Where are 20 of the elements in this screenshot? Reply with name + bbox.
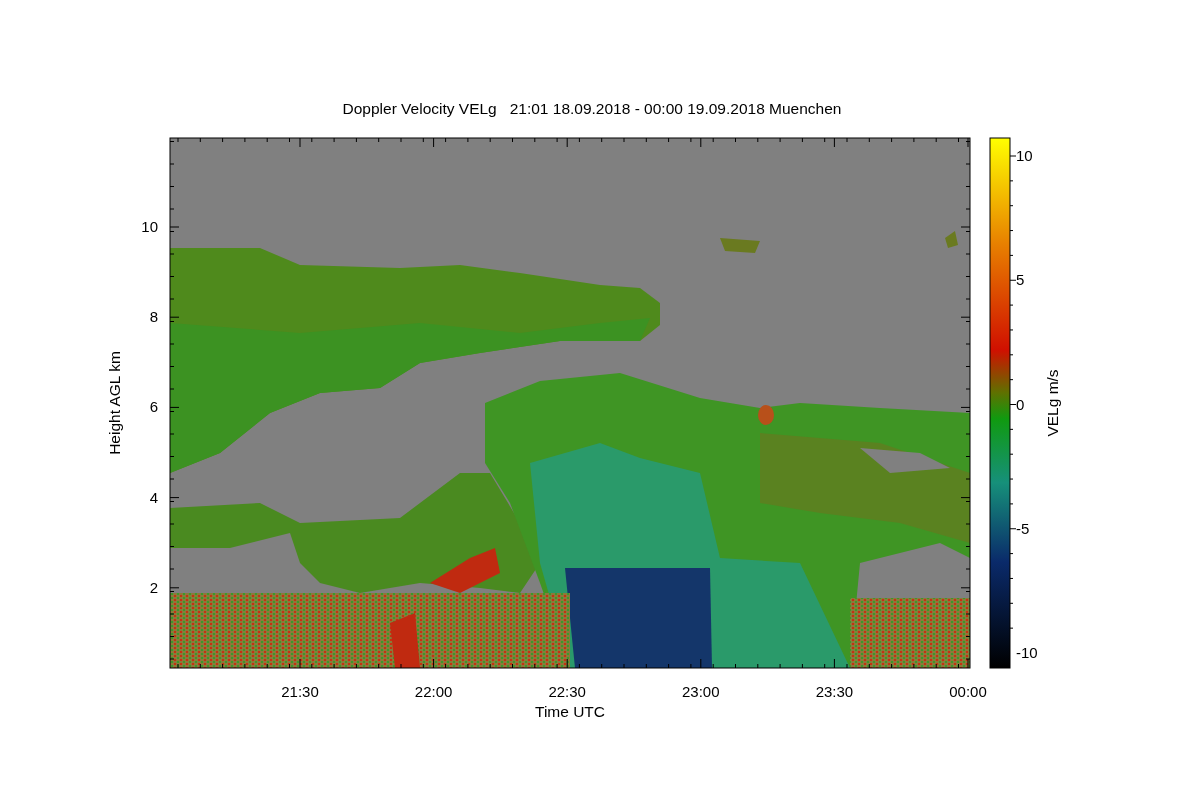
x-axis-label: Time UTC: [535, 703, 605, 721]
x-tick-label: 23:30: [815, 683, 854, 701]
colorbar-tick-label: 10: [1016, 147, 1033, 165]
y-tick-label: 4: [149, 488, 158, 506]
x-tick-label: 00:00: [949, 683, 987, 701]
colorbar-tick-label: -5: [1016, 520, 1030, 537]
y-tick-label: 10: [141, 218, 158, 236]
colorbar-tick-label: 5: [1016, 271, 1025, 289]
x-tick-label: 22:30: [548, 683, 586, 701]
x-tick-label: 22:00: [414, 683, 453, 701]
y-axis-label: Height AGL km: [106, 351, 123, 456]
y-tick-label: 6: [149, 398, 158, 416]
chart-title: Doppler Velocity VELg 21:01 18.09.2018 - 00:00 19.09.2018 Muenchen: [342, 99, 842, 119]
x-tick-label: 23:00: [682, 683, 720, 701]
colorbar-label: VELg m/s: [1044, 369, 1061, 437]
colorbar-tick-label: -10: [1016, 644, 1038, 662]
colorbar-tick-label: 0: [1016, 395, 1025, 413]
x-tick-label: 21:30: [281, 683, 319, 701]
y-tick-label: 2: [149, 579, 158, 597]
y-tick-label: 8: [149, 308, 158, 326]
